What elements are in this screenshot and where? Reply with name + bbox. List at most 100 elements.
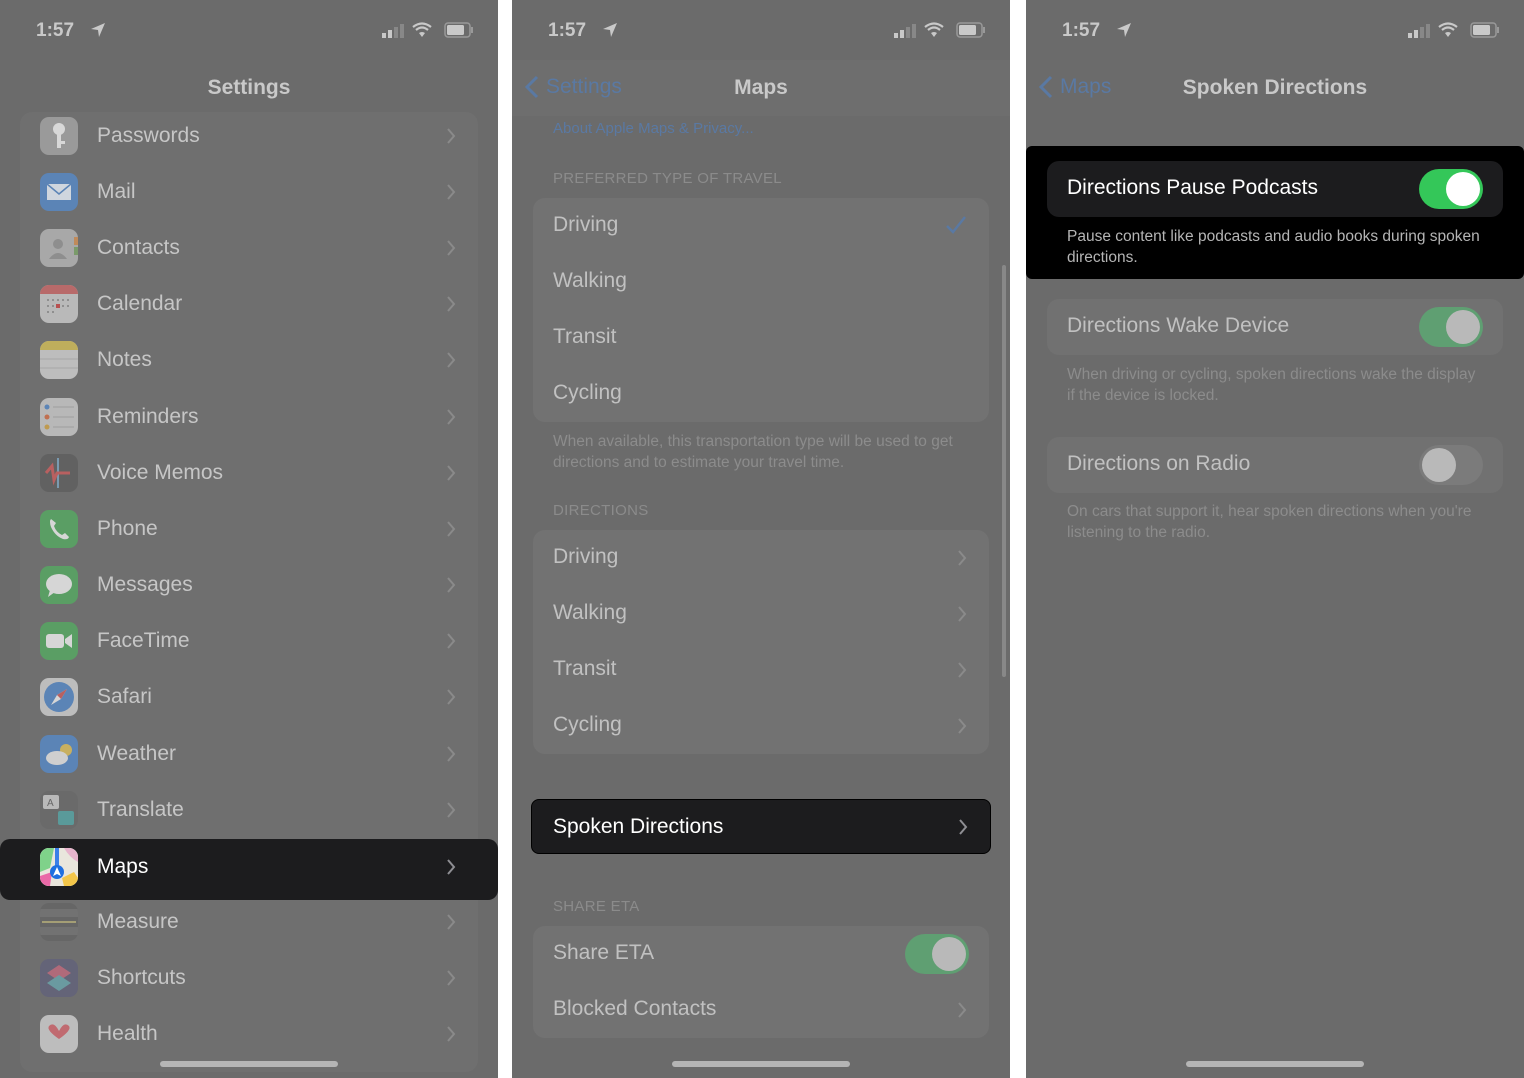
share-eta-toggle[interactable] — [905, 934, 969, 974]
calendar-icon — [40, 285, 78, 323]
contacts-icon — [40, 229, 78, 267]
spoken-directions-screen: 1:57 Maps Spoken Directions Directions P… — [1026, 0, 1524, 1078]
setting-row-directions-on-radio: Directions on Radio — [1047, 437, 1503, 493]
chevron-right-icon — [958, 718, 967, 734]
section-header-directions: DIRECTIONS — [553, 502, 649, 519]
settings-item-health[interactable]: Health — [20, 1006, 478, 1062]
settings-item-label: Voice Memos — [97, 461, 224, 484]
share-eta-row: Share ETA — [533, 926, 989, 982]
setting-label: Directions Pause Podcasts — [1067, 176, 1318, 199]
settings-item-reminders[interactable]: Reminders — [20, 389, 478, 445]
notes-icon — [40, 341, 78, 379]
travel-option-driving[interactable]: Driving — [533, 198, 989, 254]
chevron-right-icon — [447, 970, 456, 986]
chevron-right-icon — [958, 550, 967, 566]
nav-bar: Maps Spoken Directions — [1026, 60, 1524, 116]
preferred-travel-footer: When available, this transportation type… — [553, 433, 953, 471]
privacy-link[interactable]: About Apple Maps & Privacy... — [553, 120, 754, 137]
location-arrow-icon — [1117, 23, 1131, 37]
status-bar: 1:57 — [548, 18, 986, 44]
settings-item-label: Health — [97, 1022, 158, 1045]
key-icon — [40, 117, 78, 155]
status-time: 1:57 — [548, 20, 587, 41]
setting-label: Directions Wake Device — [1067, 314, 1290, 337]
settings-item-passwords[interactable]: Passwords — [20, 108, 478, 164]
settings-item-label: Mail — [97, 180, 136, 203]
chevron-right-icon — [447, 409, 456, 425]
shortcuts-icon — [40, 959, 78, 997]
status-time: 1:57 — [1062, 20, 1101, 41]
settings-list: Passwords Mail Contacts Calendar Notes R… — [20, 112, 478, 1072]
battery-icon — [1470, 22, 1499, 38]
settings-item-safari[interactable]: Safari — [20, 669, 478, 725]
setting-row-directions-wake-device: Directions Wake Device — [1047, 299, 1503, 355]
home-indicator — [672, 1061, 850, 1067]
wifi-icon — [924, 22, 944, 37]
chevron-right-icon — [958, 1002, 967, 1018]
settings-item-translate[interactable]: A Translate — [20, 782, 478, 838]
directions-pause-podcasts-toggle[interactable] — [1419, 169, 1483, 209]
chevron-right-icon — [447, 352, 456, 368]
spoken-directions-row[interactable]: Spoken Directions — [531, 799, 991, 854]
svg-text:A: A — [47, 798, 54, 809]
chevron-right-icon — [958, 606, 967, 622]
page-title: Settings — [207, 76, 291, 99]
settings-item-voice-memos[interactable]: Voice Memos — [20, 445, 478, 501]
scrollbar[interactable] — [1002, 265, 1006, 677]
settings-item-label: Notes — [97, 348, 152, 371]
settings-item-mail[interactable]: Mail — [20, 164, 478, 220]
travel-option-cycling[interactable]: Cycling — [533, 366, 989, 422]
directions-item-walking[interactable]: Walking — [533, 586, 989, 642]
settings-item-contacts[interactable]: Contacts — [20, 220, 478, 276]
chevron-right-icon — [447, 633, 456, 649]
directions-item-transit[interactable]: Transit — [533, 642, 989, 698]
settings-item-notes[interactable]: Notes — [20, 332, 478, 388]
phone-icon — [40, 510, 78, 548]
checkmark-icon — [946, 216, 966, 234]
settings-item-label: Weather — [97, 742, 176, 765]
reminders-icon — [40, 398, 78, 436]
cellular-signal-icon — [382, 24, 404, 38]
settings-item-weather[interactable]: Weather — [20, 726, 478, 782]
settings-item-facetime[interactable]: FaceTime — [20, 613, 478, 669]
directions-item-driving[interactable]: Driving — [533, 530, 989, 586]
toggle-knob — [1422, 448, 1456, 482]
cellular-signal-icon — [894, 24, 916, 38]
settings-item-measure[interactable]: Measure — [20, 894, 478, 950]
measure-icon — [40, 903, 78, 941]
chevron-right-icon — [447, 914, 456, 930]
home-indicator — [160, 1061, 338, 1067]
chevron-right-icon — [447, 240, 456, 256]
chevron-right-icon — [447, 1026, 456, 1042]
chevron-right-icon — [447, 296, 456, 312]
directions-item-cycling[interactable]: Cycling — [533, 698, 989, 754]
chevron-right-icon — [447, 802, 456, 818]
settings-item-maps[interactable]: Maps — [0, 839, 498, 900]
travel-option-transit[interactable]: Transit — [533, 310, 989, 366]
travel-option-walking[interactable]: Walking — [533, 254, 989, 310]
directions-on-radio-toggle[interactable] — [1419, 445, 1483, 485]
status-bar: 1:57 — [1062, 18, 1500, 44]
settings-item-messages[interactable]: Messages — [20, 557, 478, 613]
page-title: Spoken Directions — [1182, 76, 1368, 99]
messages-icon — [40, 566, 78, 604]
item-label: Transit — [553, 657, 617, 680]
settings-item-label: FaceTime — [97, 629, 190, 652]
settings-item-label: Phone — [97, 517, 158, 540]
settings-screen: 1:57 Settings Passwords Mail Contacts Ca… — [0, 0, 498, 1078]
spoken-directions-label: Spoken Directions — [553, 815, 724, 838]
chevron-right-icon — [959, 819, 968, 835]
settings-item-phone[interactable]: Phone — [20, 501, 478, 557]
settings-item-label: Translate — [97, 798, 184, 821]
settings-item-calendar[interactable]: Calendar — [20, 276, 478, 332]
nav-bar: Settings Maps — [512, 60, 1010, 116]
chevron-right-icon — [958, 662, 967, 678]
blocked-contacts-row[interactable]: Blocked Contacts — [533, 982, 989, 1038]
settings-item-label: Contacts — [97, 236, 180, 259]
maps-icon — [40, 848, 78, 886]
battery-icon — [444, 22, 473, 38]
directions-group: Driving Walking Transit Cycling — [533, 530, 989, 754]
directions-wake-device-toggle[interactable] — [1419, 307, 1483, 347]
settings-item-label: Maps — [97, 855, 149, 878]
settings-item-shortcuts[interactable]: Shortcuts — [20, 950, 478, 1006]
